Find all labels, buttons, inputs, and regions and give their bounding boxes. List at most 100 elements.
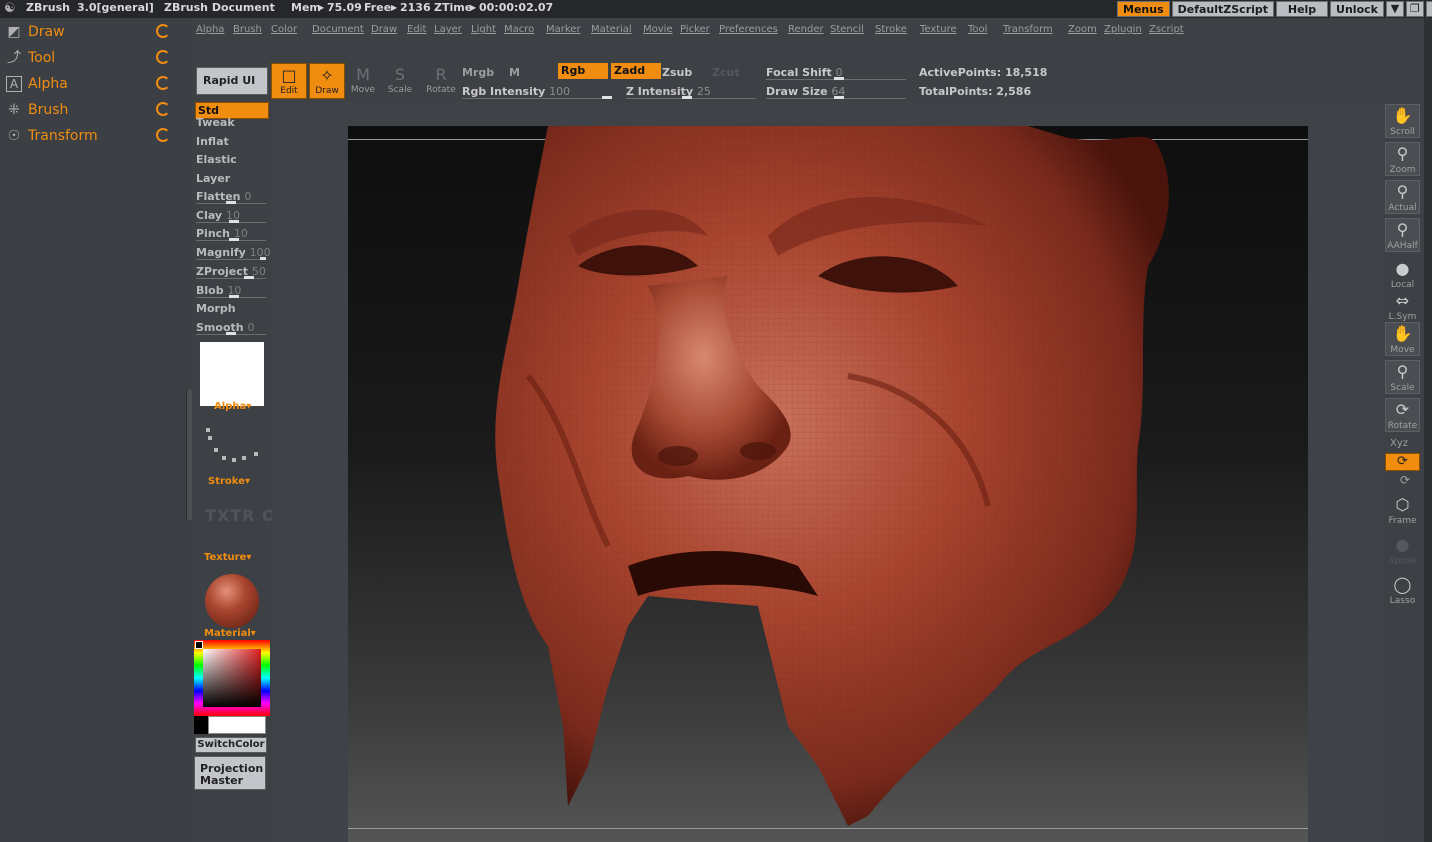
close-icon[interactable]: ✕ xyxy=(1425,1,1432,17)
menu-macro[interactable]: Macro xyxy=(504,24,534,35)
frame-button[interactable]: ⬡ Frame xyxy=(1385,494,1420,528)
projection-master-button[interactable]: Projection Master xyxy=(194,756,266,790)
brush-morph[interactable]: Morph xyxy=(196,302,236,315)
z-rotate-toggle-icon[interactable]: ⟳ xyxy=(1400,473,1410,487)
menu-document[interactable]: Document xyxy=(312,24,364,35)
rgb-button[interactable]: Rgb xyxy=(558,63,608,79)
menu-layer[interactable]: Layer xyxy=(434,24,462,35)
rgb-intensity-track[interactable] xyxy=(462,98,612,99)
menu-texture[interactable]: Texture xyxy=(920,24,957,35)
refresh-icon[interactable] xyxy=(156,76,170,90)
menu-marker[interactable]: Marker xyxy=(546,24,581,35)
menu-picker[interactable]: Picker xyxy=(680,24,710,35)
magnify-knob[interactable] xyxy=(260,257,266,260)
rapid-ui-button[interactable]: Rapid UI xyxy=(196,67,268,95)
z-intensity-slider[interactable]: Z Intensity 25 xyxy=(626,85,711,98)
rotate-tool-button[interactable]: R Rotate xyxy=(423,63,459,99)
default-zscript-button[interactable]: DefaultZScript xyxy=(1171,1,1275,17)
brush-zproject[interactable]: ZProject 50 xyxy=(196,265,266,278)
rotate-view-button[interactable]: ⟳ Rotate xyxy=(1385,398,1420,432)
menu-zoom[interactable]: Zoom xyxy=(1068,24,1097,35)
color-picker-field[interactable] xyxy=(203,649,261,707)
pinch-knob[interactable] xyxy=(229,238,239,241)
menu-brush[interactable]: Brush xyxy=(233,24,262,35)
brush-layer[interactable]: Layer xyxy=(196,172,230,185)
rgb-intensity-knob[interactable] xyxy=(602,96,612,99)
stroke-thumbnail[interactable] xyxy=(204,426,264,470)
xyz-rotate-toggle[interactable]: Xyz xyxy=(1390,438,1408,449)
menu-preferences[interactable]: Preferences xyxy=(719,24,778,35)
refresh-icon[interactable] xyxy=(156,102,170,116)
menu-edit[interactable]: Edit xyxy=(407,24,426,35)
switch-color-button[interactable]: SwitchColor xyxy=(195,737,267,753)
secondary-color-swatch[interactable] xyxy=(208,716,266,734)
rgb-intensity-slider[interactable]: Rgb Intensity 100 xyxy=(462,85,570,98)
color-picker-marker[interactable] xyxy=(195,641,203,649)
brush-pinch[interactable]: Pinch 10 xyxy=(196,227,248,240)
move-view-button[interactable]: ✋ Move xyxy=(1385,322,1420,356)
smooth-knob[interactable] xyxy=(226,332,236,335)
scale-view-button[interactable]: ⚲ Scale xyxy=(1385,360,1420,394)
menu-stroke[interactable]: Stroke xyxy=(875,24,907,35)
unlock-button[interactable]: Unlock xyxy=(1330,1,1384,17)
local-button[interactable]: ● Local xyxy=(1385,258,1420,292)
menu-movie[interactable]: Movie xyxy=(643,24,673,35)
aahalf-button[interactable]: ⚲ AAHalf xyxy=(1385,218,1420,252)
alpha-thumbnail[interactable] xyxy=(200,342,264,406)
menu-color[interactable]: Color xyxy=(271,24,297,35)
brush-tweak[interactable]: Tweak xyxy=(196,116,235,129)
palette-tool[interactable]: ⤴ Tool xyxy=(0,46,186,70)
menus-button[interactable]: Menus xyxy=(1117,1,1170,17)
refresh-icon[interactable] xyxy=(156,24,170,38)
menu-render[interactable]: Render xyxy=(788,24,824,35)
scroll-button[interactable]: ✋ Scroll xyxy=(1385,104,1420,138)
zsub-button[interactable]: Zsub xyxy=(662,66,692,79)
menu-stencil[interactable]: Stencil xyxy=(830,24,864,35)
flatten-knob[interactable] xyxy=(226,201,236,204)
draw-tool-button[interactable]: ✧ Draw xyxy=(309,63,345,99)
stroke-menu[interactable]: Stroke▾ xyxy=(208,476,250,487)
palette-transform[interactable]: ☉ Transform xyxy=(0,124,186,148)
material-menu[interactable]: Material▾ xyxy=(204,628,256,639)
menu-zplugin[interactable]: Zplugin xyxy=(1104,24,1142,35)
scale-tool-button[interactable]: S Scale xyxy=(382,63,418,99)
mrgb-button[interactable]: Mrgb xyxy=(462,66,494,79)
minimize-icon[interactable]: ▼ xyxy=(1385,1,1404,17)
refresh-icon[interactable] xyxy=(156,50,170,64)
menu-material[interactable]: Material xyxy=(591,24,632,35)
material-thumbnail[interactable] xyxy=(205,574,259,628)
palette-brush[interactable]: ⁜ Brush xyxy=(0,98,186,122)
document-canvas[interactable] xyxy=(348,126,1308,842)
lsym-button[interactable]: ⇔ L.Sym xyxy=(1385,290,1420,324)
texture-menu[interactable]: Texture▾ xyxy=(204,552,251,563)
focal-shift-slider[interactable]: Focal Shift 0 xyxy=(766,66,843,79)
actual-button[interactable]: ⚲ Actual xyxy=(1385,180,1420,214)
main-color-swatch[interactable] xyxy=(194,716,208,734)
draw-size-knob[interactable] xyxy=(834,96,844,99)
alpha-menu[interactable]: Alpha▾ xyxy=(214,401,251,412)
z-intensity-knob[interactable] xyxy=(682,96,692,99)
y-rotate-toggle-icon[interactable]: ⟳ xyxy=(1385,453,1420,471)
move-tool-button[interactable]: M Move xyxy=(345,63,381,99)
brush-flatten[interactable]: Flatten 0 xyxy=(196,190,251,203)
sculpted-face-mesh[interactable] xyxy=(348,126,1308,842)
blob-knob[interactable] xyxy=(229,295,239,298)
zproject-knob[interactable] xyxy=(244,276,254,279)
brush-elastic[interactable]: Elastic xyxy=(196,153,237,166)
palette-draw[interactable]: ◩ Draw xyxy=(0,20,186,44)
focal-shift-knob[interactable] xyxy=(834,77,844,80)
palette-alpha[interactable]: A Alpha xyxy=(0,72,186,96)
menu-transform[interactable]: Transform xyxy=(1003,24,1053,35)
restore-icon[interactable]: ❐ xyxy=(1405,1,1424,17)
m-button[interactable]: M xyxy=(509,66,520,79)
refresh-icon[interactable] xyxy=(156,128,170,142)
menu-draw[interactable]: Draw xyxy=(371,24,397,35)
clay-knob[interactable] xyxy=(229,220,239,223)
zcut-button[interactable]: Zcut xyxy=(712,66,740,79)
zoom-button[interactable]: ⚲ Zoom xyxy=(1385,142,1420,176)
menu-zscript[interactable]: Zscript xyxy=(1149,24,1184,35)
menu-light[interactable]: Light xyxy=(471,24,496,35)
xpose-button[interactable]: ● Xpose xyxy=(1385,534,1420,568)
right-tray-edge[interactable] xyxy=(1424,18,1432,842)
menu-tool[interactable]: Tool xyxy=(968,24,987,35)
